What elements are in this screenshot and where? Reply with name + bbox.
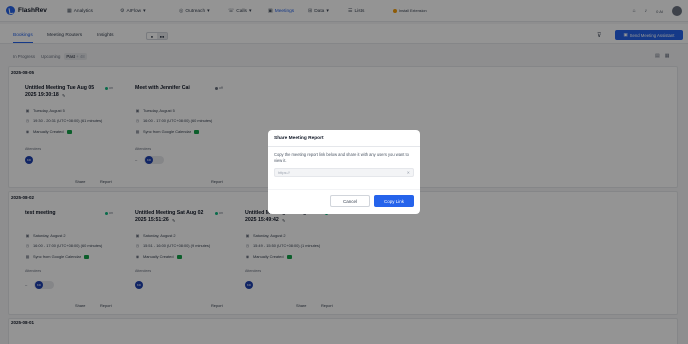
close-icon[interactable]: ✕ bbox=[407, 170, 410, 175]
dialog-title: Share Meeting Report bbox=[274, 136, 324, 141]
copy-link-button[interactable]: Copy Link bbox=[374, 195, 414, 207]
dialog-description: Copy the meeting report link below and s… bbox=[274, 152, 409, 163]
share-meeting-report-dialog: Share Meeting Report Copy the meeting re… bbox=[268, 130, 420, 214]
report-link-field[interactable]: https:// ✕ bbox=[274, 168, 414, 177]
divider bbox=[268, 189, 420, 190]
cancel-button[interactable]: Cancel bbox=[330, 195, 370, 207]
divider bbox=[268, 146, 420, 147]
